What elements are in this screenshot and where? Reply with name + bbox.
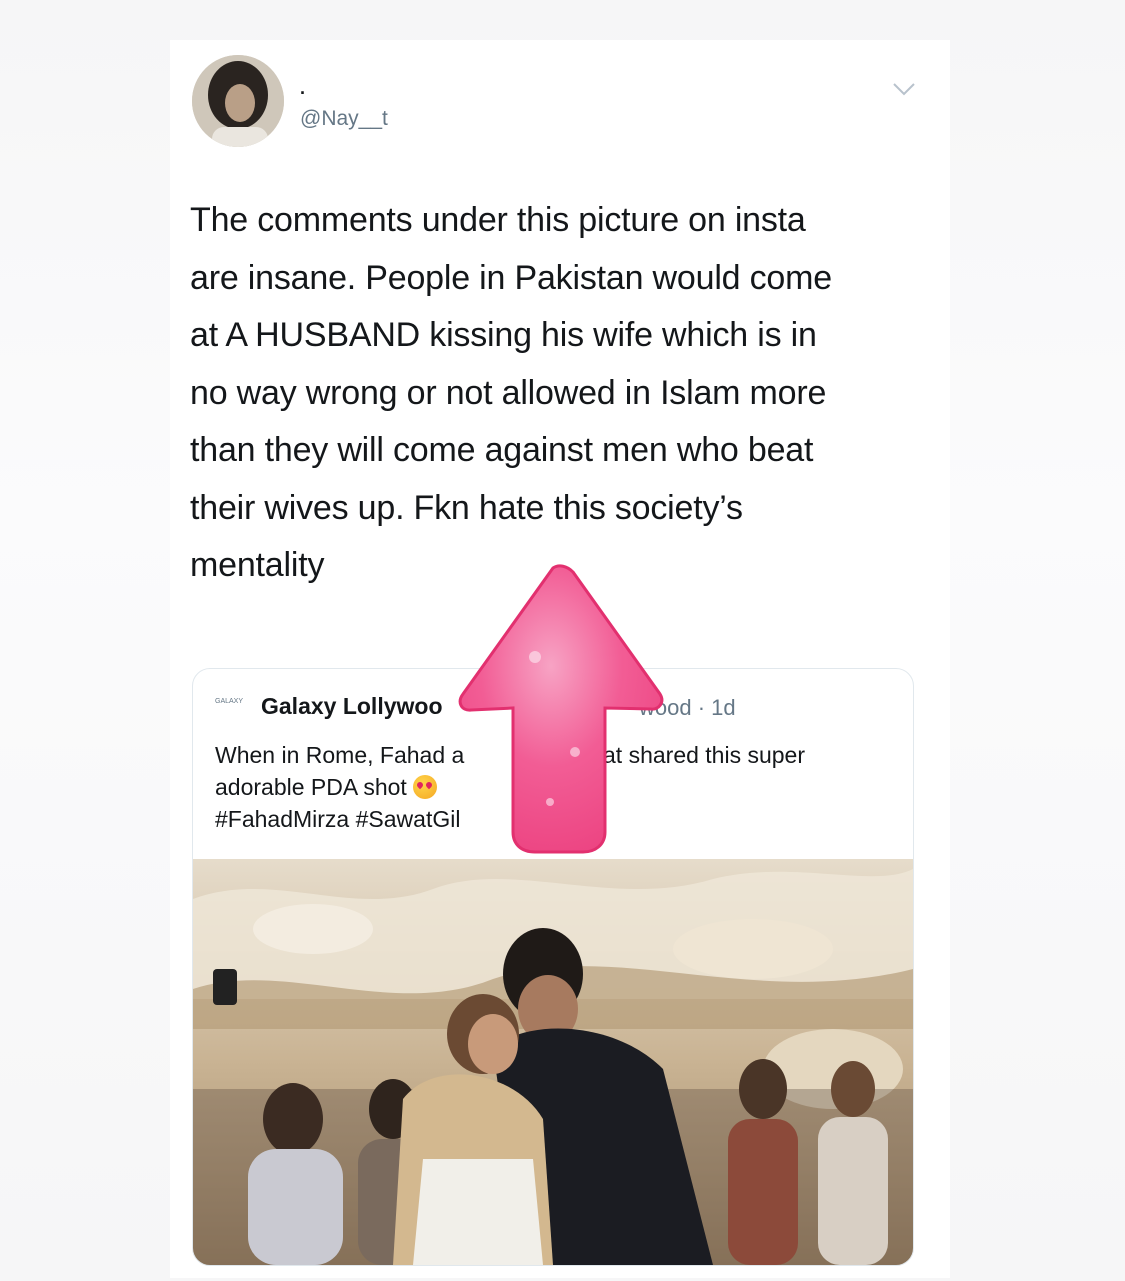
- quoted-photo[interactable]: [193, 859, 913, 1265]
- tweet-text-line: at A HUSBAND kissing his wife which is i…: [190, 316, 817, 354]
- tweet-text-line: no way wrong or not allowed in Islam mor…: [190, 373, 827, 412]
- quoted-text-segment: adorable PDA shot: [215, 774, 407, 800]
- user-avatar[interactable]: [192, 55, 284, 147]
- screenshot-page: . @Nay__t The comments under this pictur…: [0, 0, 1125, 1281]
- user-handle[interactable]: @Nay__t: [300, 107, 388, 131]
- quoted-text: When in Rome, Fahad a at shared this sup…: [215, 739, 895, 835]
- quoted-tweet-card[interactable]: GALAXY Galaxy Lollywoo wood · 1d When in…: [192, 668, 914, 1266]
- tweet-text: The comments under this picture on insta…: [190, 192, 925, 595]
- tweet-text-line: their wives up. Fkn hate this society’s: [190, 488, 743, 527]
- avatar-photo-icon: [192, 55, 284, 147]
- quoted-avatar: GALAXY: [215, 698, 244, 705]
- chevron-down-icon[interactable]: [890, 78, 918, 100]
- display-name: .: [300, 78, 306, 98]
- tweet-text-line: mentality: [190, 546, 325, 584]
- quoted-hashtags[interactable]: #FahadMirza #SawatGil: [215, 803, 895, 835]
- tweet-text-line: than they will come against men who beat: [190, 431, 814, 469]
- quoted-text-segment: at shared this super: [603, 742, 806, 768]
- quoted-meta: wood · 1d: [639, 695, 736, 720]
- quoted-display-name[interactable]: Galaxy Lollywoo: [261, 693, 443, 720]
- quoted-text-segment: When in Rome, Fahad a: [215, 742, 465, 768]
- couple-kiss-photo-icon: [193, 859, 913, 1265]
- heart-eyes-emoji-icon: [413, 775, 438, 799]
- tweet-text-line: are insane. People in Pakistan would com…: [190, 258, 832, 297]
- tweet-text-line: The comments under this picture on insta: [190, 201, 806, 239]
